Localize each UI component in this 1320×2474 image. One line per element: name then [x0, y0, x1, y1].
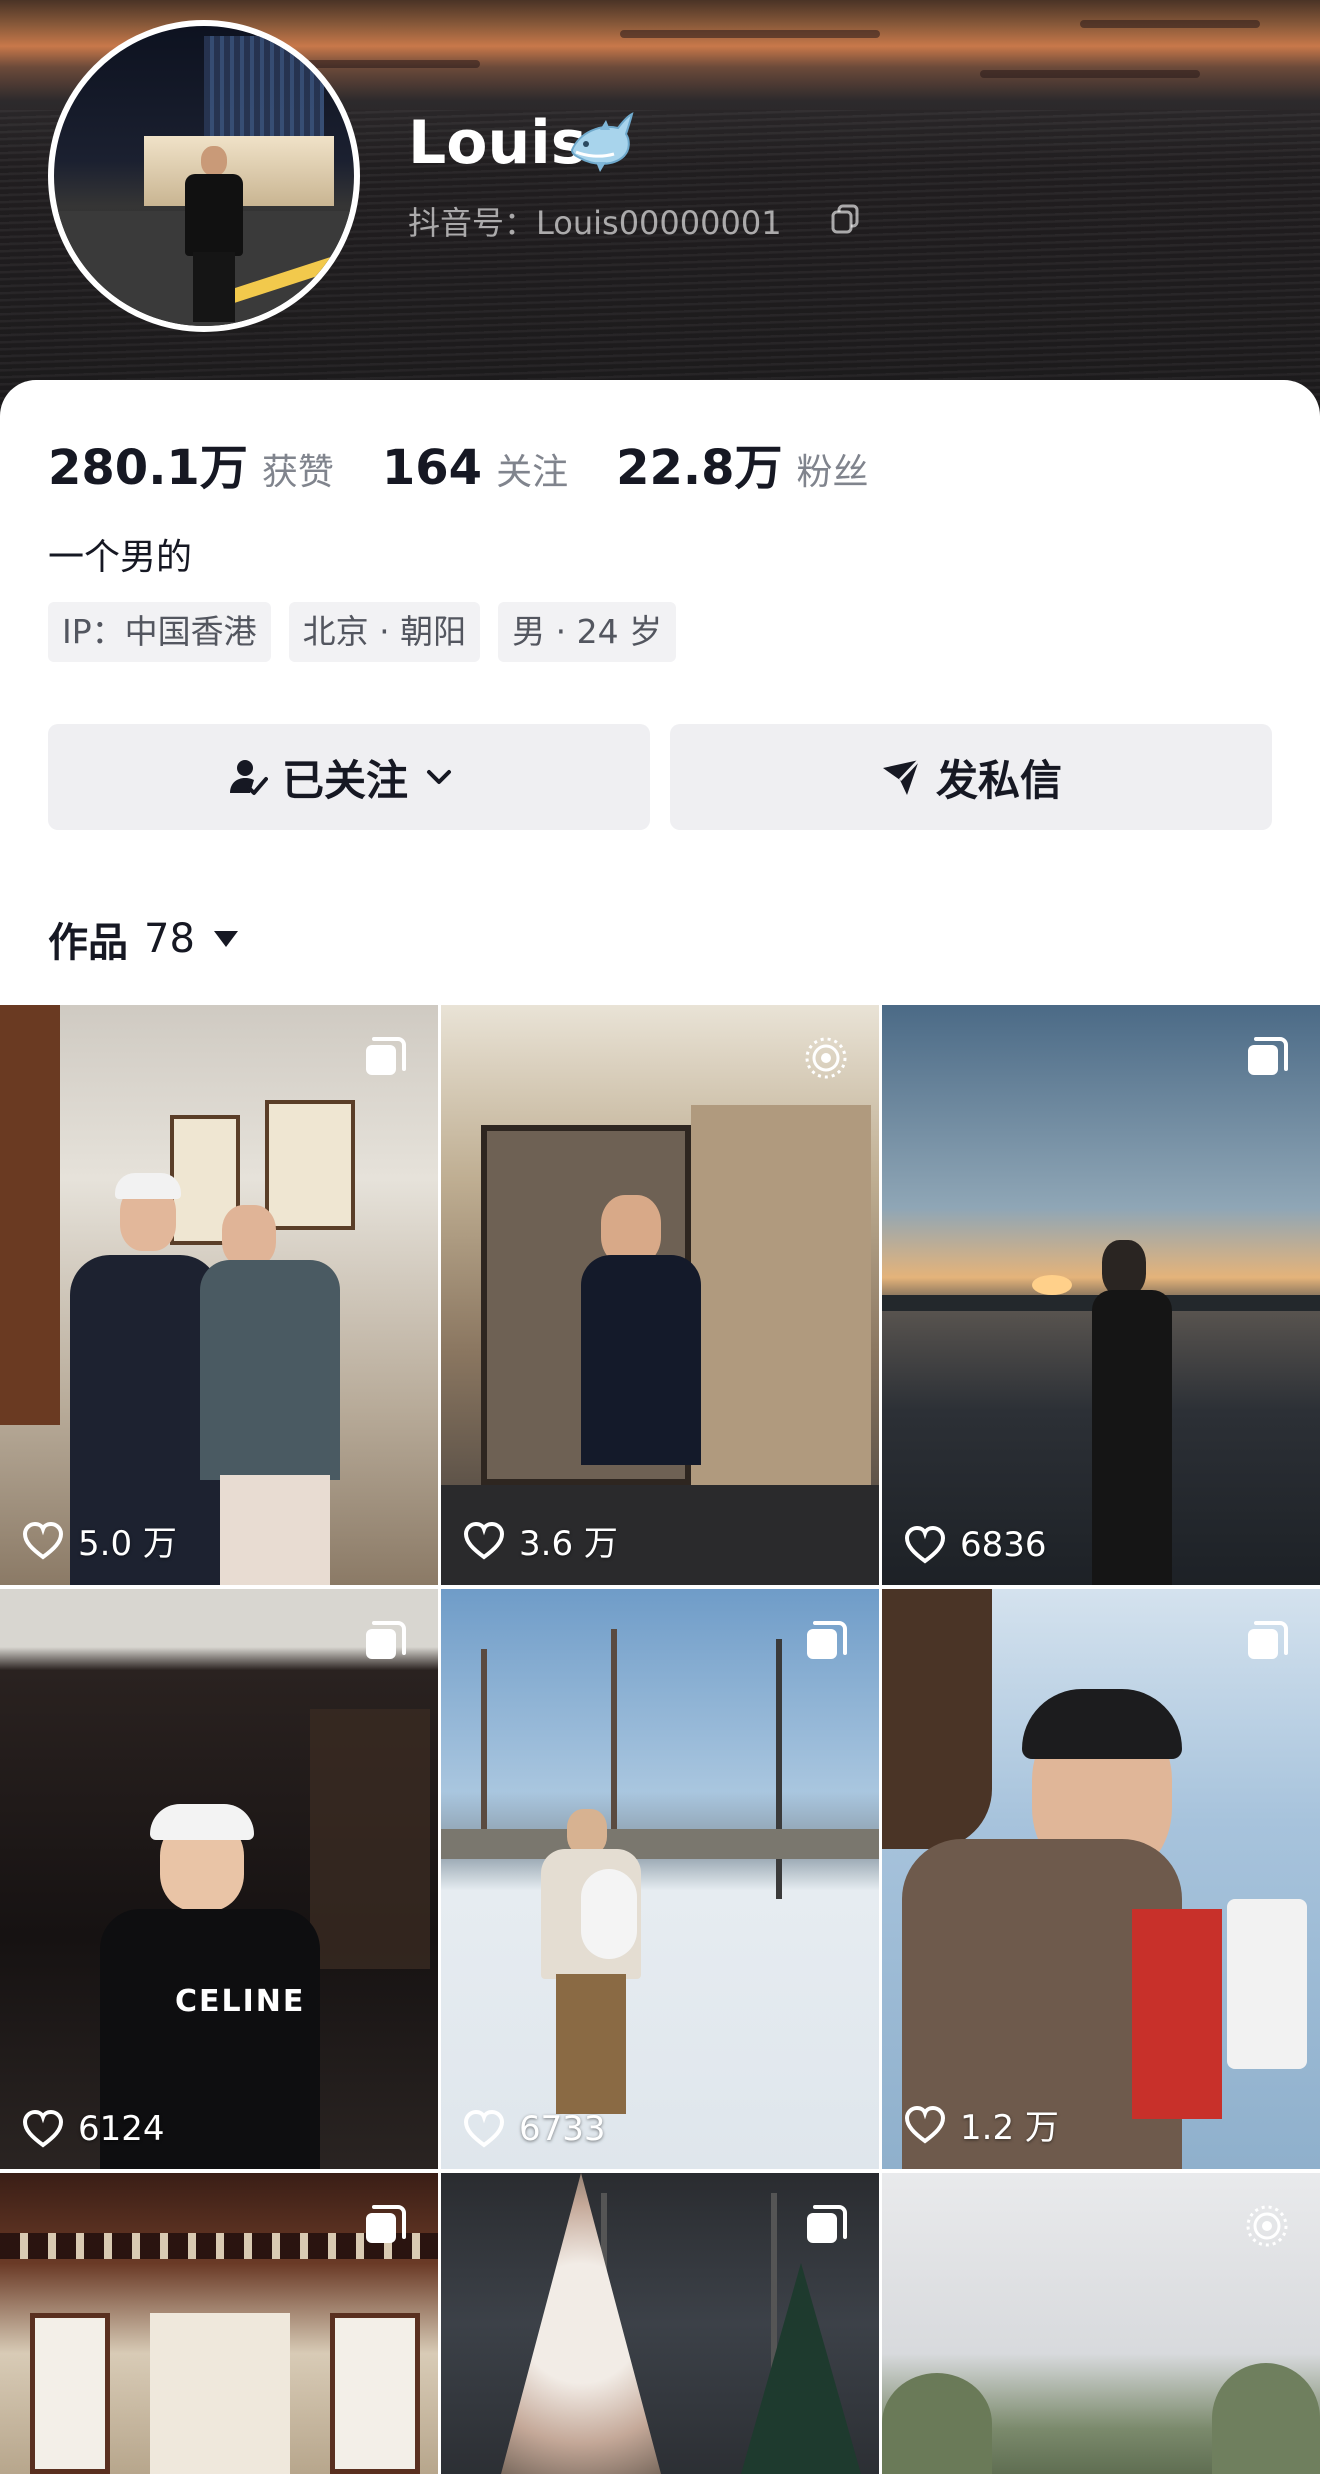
stat-likes[interactable]: 280.1万 获赞 — [48, 428, 334, 498]
tag-gender-age: 男 · 24 岁 — [498, 602, 677, 662]
heart-outline-icon — [904, 2105, 946, 2143]
multi-photo-icon — [366, 1621, 406, 1659]
likes-value: 1.2 万 — [960, 2108, 1059, 2148]
chevron-down-icon — [427, 770, 451, 784]
stat-following[interactable]: 164 关注 — [382, 440, 568, 496]
heart-outline-icon — [463, 1521, 505, 1559]
likes-count: 6836 — [904, 1525, 1047, 1565]
works-tab-label: 作品 — [48, 920, 128, 966]
video-tile[interactable] — [0, 2173, 438, 2474]
works-count: 78 — [144, 916, 195, 962]
likes-count: 6124 — [22, 2109, 165, 2149]
caret-down-icon — [213, 931, 238, 947]
likes-value: 6124 — [78, 2109, 165, 2149]
heart-outline-icon — [463, 2110, 505, 2148]
multi-photo-icon — [807, 2205, 847, 2243]
video-tile[interactable]: 3.6 万 — [441, 1005, 879, 1585]
send-icon — [882, 758, 921, 795]
stat-value: 22.8万 — [616, 440, 783, 496]
heart-outline-icon — [904, 1526, 946, 1564]
message-button[interactable]: 发私信 — [670, 724, 1272, 830]
followed-button[interactable]: 已关注 — [48, 724, 650, 830]
fish-icon — [570, 112, 634, 172]
bio: 一个男的 — [48, 537, 193, 578]
multi-photo-icon — [1248, 1621, 1288, 1659]
live-photo-icon — [1246, 2205, 1288, 2247]
likes-value: 5.0 万 — [78, 1524, 177, 1564]
douyin-id: 抖音号：Louis00000001 — [408, 204, 782, 242]
likes-value: 6733 — [519, 2109, 606, 2149]
stat-value: 164 — [381, 440, 483, 496]
multi-photo-icon — [366, 2205, 406, 2243]
profile-tags: IP：中国香港 北京 · 朝阳 男 · 24 岁 — [48, 602, 694, 662]
video-tile[interactable] — [441, 2173, 879, 2474]
stats-row: 280.1万 获赞 164 关注 22.8万 粉丝 — [48, 428, 917, 496]
followed-label: 已关注 — [281, 755, 408, 805]
stat-followers[interactable]: 22.8万 粉丝 — [616, 428, 868, 498]
likes-value: 3.6 万 — [519, 1524, 618, 1564]
video-tile[interactable]: 1.2 万 — [882, 1589, 1320, 2169]
video-tile[interactable]: 5.0 万 — [0, 1005, 438, 1585]
likes-count: 1.2 万 — [904, 2100, 1059, 2149]
stat-label: 粉丝 — [796, 452, 869, 493]
likes-value: 6836 — [960, 1525, 1047, 1565]
tag-location: 北京 · 朝阳 — [288, 602, 481, 662]
heart-outline-icon — [22, 2110, 64, 2148]
stat-label: 关注 — [496, 452, 569, 493]
multi-photo-icon — [366, 1037, 406, 1075]
video-tile[interactable] — [882, 2173, 1320, 2474]
multi-photo-icon — [1248, 1037, 1288, 1075]
tab-works[interactable]: 作品 78 — [48, 910, 239, 968]
tag-ip: IP：中国香港 — [48, 602, 271, 662]
heart-outline-icon — [22, 1521, 64, 1559]
video-tile[interactable]: 6733 — [441, 1589, 879, 2169]
live-photo-icon — [805, 1037, 847, 1079]
video-tile[interactable]: CELINE 6124 — [0, 1589, 438, 2169]
username: Louis — [408, 108, 587, 178]
message-label: 发私信 — [935, 755, 1062, 805]
multi-photo-icon — [807, 1621, 847, 1659]
profile-cover: Louis 抖音号：Louis00000001 — [0, 0, 1320, 420]
user-check-icon — [229, 760, 268, 795]
likes-count: 5.0 万 — [22, 1516, 177, 1565]
copy-icon[interactable] — [831, 204, 859, 234]
video-grid: 5.0 万 3.6 万 6836 CELINE 6124 6733 1.2 万 — [0, 1005, 1320, 2474]
likes-count: 6733 — [463, 2109, 606, 2149]
stat-value: 280.1万 — [48, 440, 248, 496]
avatar[interactable] — [48, 20, 360, 332]
likes-count: 3.6 万 — [463, 1516, 618, 1565]
video-tile[interactable]: 6836 — [882, 1005, 1320, 1585]
stat-label: 获赞 — [261, 452, 334, 493]
